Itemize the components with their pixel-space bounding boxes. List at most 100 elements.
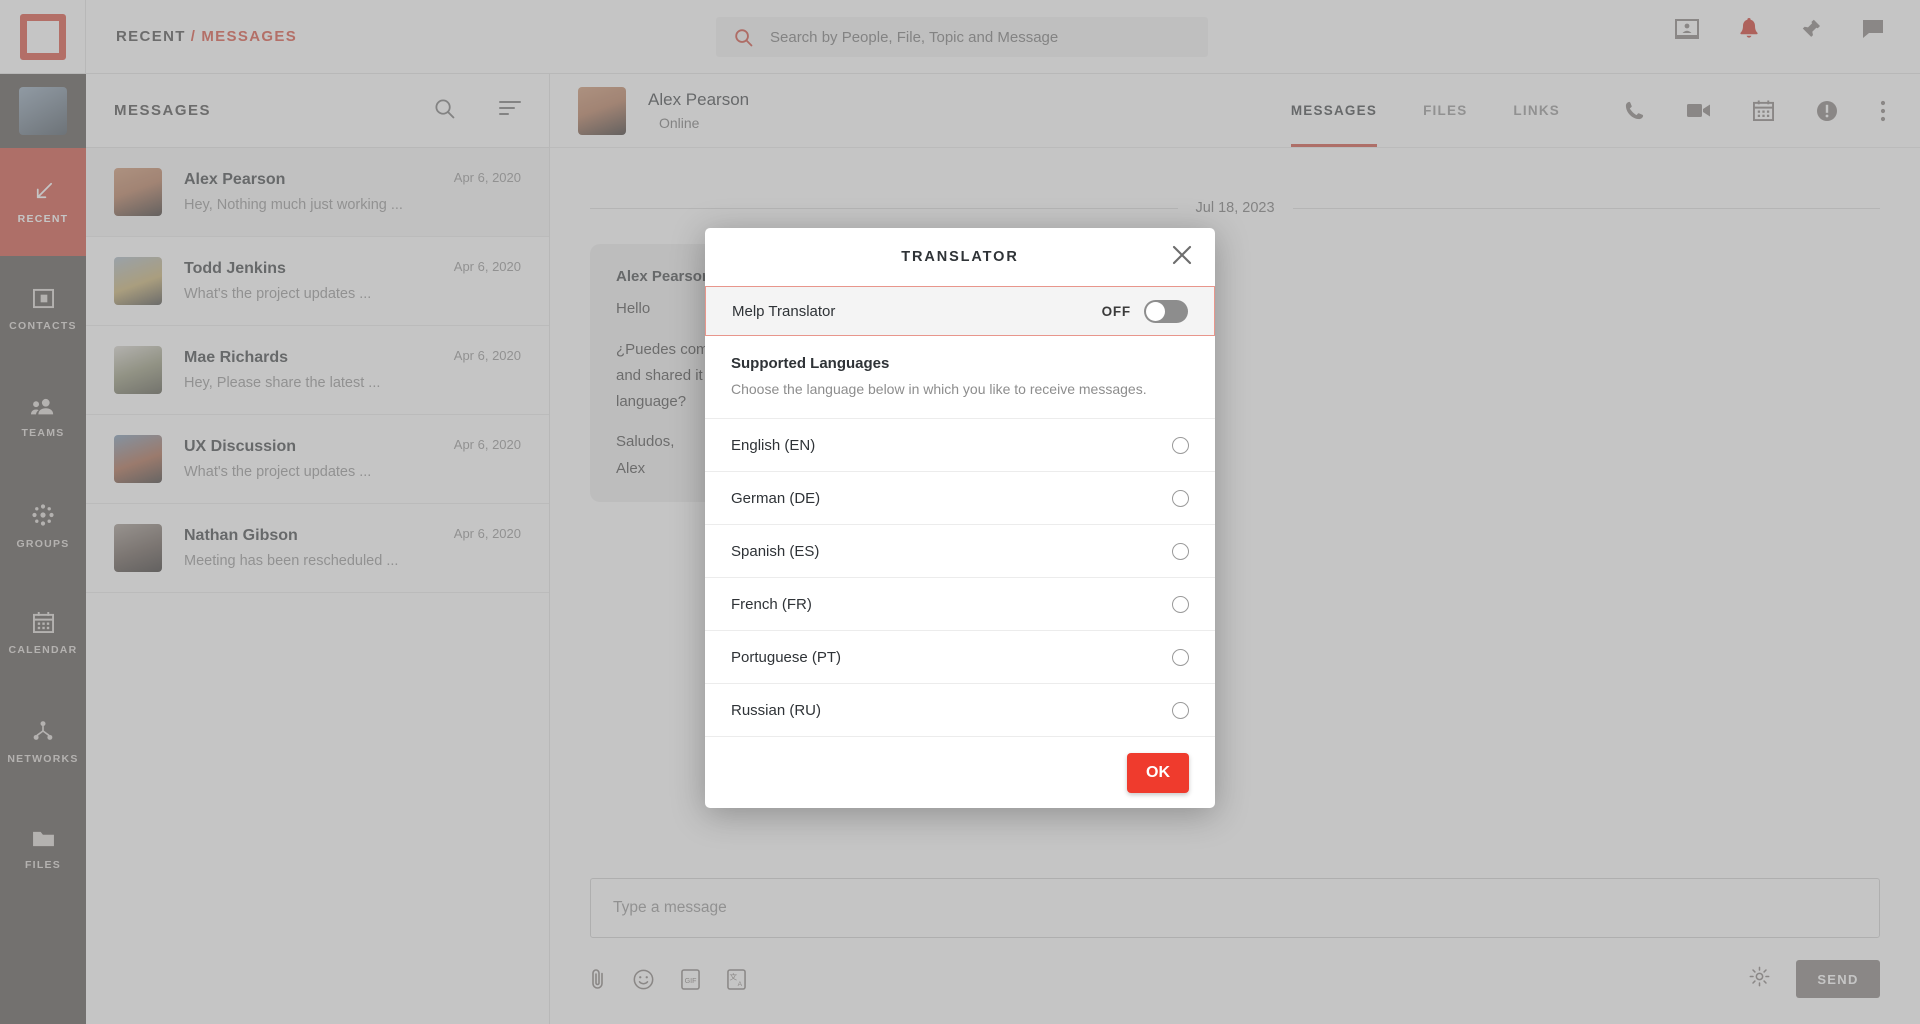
radio-button[interactable]: [1172, 595, 1189, 613]
gif-icon[interactable]: GIF: [681, 968, 700, 990]
modal-title: TRANSLATOR: [901, 249, 1019, 265]
search-icon[interactable]: [434, 98, 455, 124]
avatar: [578, 86, 626, 135]
list-item-preview: What's the project updates ...: [184, 464, 372, 480]
translator-toggle-state: OFF: [1101, 303, 1131, 319]
sidebar-item-contacts[interactable]: CONTACTS: [0, 256, 86, 364]
avatar: [19, 87, 67, 135]
sidebar-item-teams[interactable]: TEAMS: [0, 364, 86, 472]
attachment-icon[interactable]: [590, 968, 606, 990]
message-list-title: MESSAGES: [114, 102, 212, 119]
language-label: Portuguese (PT): [731, 648, 842, 666]
list-item-preview: Hey, Please share the latest ...: [184, 375, 381, 391]
list-item-date: Apr 6, 2020: [453, 259, 521, 274]
calendar-icon[interactable]: [1753, 100, 1774, 121]
top-bar-icons: [1674, 14, 1886, 44]
current-user-avatar[interactable]: [0, 74, 86, 148]
language-option-german[interactable]: German (DE): [705, 471, 1215, 524]
breadcrumb-first[interactable]: RECENT: [116, 28, 186, 45]
more-vertical-icon[interactable]: [1880, 100, 1886, 122]
composer-toolbar: GIF 文A SEND: [590, 960, 1880, 998]
pin-icon[interactable]: [1798, 14, 1824, 44]
send-button[interactable]: SEND: [1796, 960, 1880, 998]
language-label: Russian (RU): [731, 701, 822, 719]
list-item-name: Todd Jenkins: [184, 260, 286, 277]
sidebar-item-groups[interactable]: GROUPS: [0, 472, 86, 580]
breadcrumb-separator: /: [190, 28, 197, 45]
language-label: French (FR): [731, 595, 812, 613]
list-item[interactable]: UX Discussion What's the project updates…: [86, 415, 549, 504]
video-camera-icon[interactable]: [1687, 102, 1711, 119]
app-logo[interactable]: [0, 0, 86, 74]
radio-button[interactable]: [1172, 436, 1189, 454]
list-item[interactable]: Todd Jenkins What's the project updates …: [86, 237, 549, 326]
chat-header: Alex Pearson Online MESSAGES FILES LINKS: [550, 74, 1920, 148]
translator-toggle-label: Melp Translator: [732, 302, 836, 320]
avatar: [114, 257, 162, 305]
avatar: [114, 168, 162, 216]
list-item-preview: What's the project updates ...: [184, 286, 372, 302]
breadcrumb-second[interactable]: MESSAGES: [201, 28, 297, 45]
radio-button[interactable]: [1172, 542, 1189, 560]
webinar-icon[interactable]: [1674, 14, 1700, 44]
translator-toggle-switch[interactable]: [1144, 299, 1188, 323]
radio-button[interactable]: [1172, 701, 1189, 719]
chat-bubble-icon[interactable]: [1860, 14, 1886, 44]
language-option-portuguese[interactable]: Portuguese (PT): [705, 630, 1215, 683]
avatar: [114, 435, 162, 483]
app-root: RECENT / MESSAGES Search by People, File…: [0, 0, 1920, 1024]
language-option-spanish[interactable]: Spanish (ES): [705, 524, 1215, 577]
date-separator-label: Jul 18, 2023: [1195, 200, 1275, 216]
bell-icon[interactable]: [1736, 14, 1762, 44]
toggle-knob: [1146, 301, 1165, 321]
language-option-english[interactable]: English (EN): [705, 418, 1215, 471]
avatar: [114, 524, 162, 572]
radio-button[interactable]: [1172, 489, 1189, 507]
phone-icon[interactable]: [1624, 100, 1645, 121]
left-rail: RECENT CONTACTS TEAMS GROUPS CALENDAR NE…: [0, 74, 86, 1024]
search-icon: [735, 28, 753, 46]
translate-icon[interactable]: 文A: [727, 968, 746, 990]
people-icon: [31, 398, 54, 415]
list-item-name: Alex Pearson: [184, 171, 286, 188]
supported-languages-heading: Supported Languages: [731, 355, 890, 372]
radio-button[interactable]: [1172, 648, 1189, 666]
chat-tabs: MESSAGES FILES LINKS: [1290, 74, 1560, 147]
translator-toggle-row[interactable]: Melp Translator OFF: [705, 286, 1215, 336]
list-item-preview: Hey, Nothing much just working ...: [184, 197, 403, 213]
list-item-preview: Meeting has been rescheduled ...: [184, 553, 399, 569]
message-input-box[interactable]: [590, 878, 1880, 938]
sidebar-item-label: RECENT: [17, 213, 69, 225]
global-search[interactable]: [716, 17, 1208, 57]
logo-square-icon: [19, 13, 66, 60]
ok-button[interactable]: OK: [1127, 752, 1189, 793]
sidebar-item-label: CALENDAR: [8, 644, 78, 656]
language-option-french[interactable]: French (FR): [705, 577, 1215, 630]
close-icon[interactable]: [1171, 244, 1193, 271]
list-item-date: Apr 6, 2020: [453, 437, 521, 452]
sidebar-item-networks[interactable]: NETWORKS: [0, 688, 86, 796]
list-item-date: Apr 6, 2020: [453, 526, 521, 541]
info-icon[interactable]: [1816, 100, 1838, 122]
list-item[interactable]: Alex Pearson Hey, Nothing much just work…: [86, 148, 549, 237]
svg-text:文: 文: [729, 971, 737, 981]
message-input[interactable]: [613, 899, 1857, 917]
translator-modal: TRANSLATOR Melp Translator OFF Supported…: [705, 228, 1215, 808]
tab-messages[interactable]: MESSAGES: [1290, 74, 1378, 147]
sidebar-item-calendar[interactable]: CALENDAR: [0, 580, 86, 688]
chat-action-icons: [1624, 100, 1886, 122]
list-item[interactable]: Mae Richards Hey, Please share the lates…: [86, 326, 549, 415]
emoji-icon[interactable]: [633, 969, 654, 990]
arrow-down-left-icon: [36, 182, 52, 199]
group-dots-icon: [32, 503, 54, 526]
sidebar-item-recent[interactable]: RECENT: [0, 148, 86, 256]
sidebar-item-files[interactable]: FILES: [0, 796, 86, 904]
language-label: English (EN): [731, 436, 816, 454]
sort-filter-icon[interactable]: [499, 100, 521, 121]
list-item[interactable]: Nathan Gibson Meeting has been reschedul…: [86, 504, 549, 593]
search-input[interactable]: [770, 28, 1170, 46]
tab-links[interactable]: LINKS: [1513, 74, 1560, 147]
gear-icon[interactable]: [1749, 966, 1770, 992]
tab-files[interactable]: FILES: [1423, 74, 1467, 147]
language-option-russian[interactable]: Russian (RU): [705, 683, 1215, 736]
